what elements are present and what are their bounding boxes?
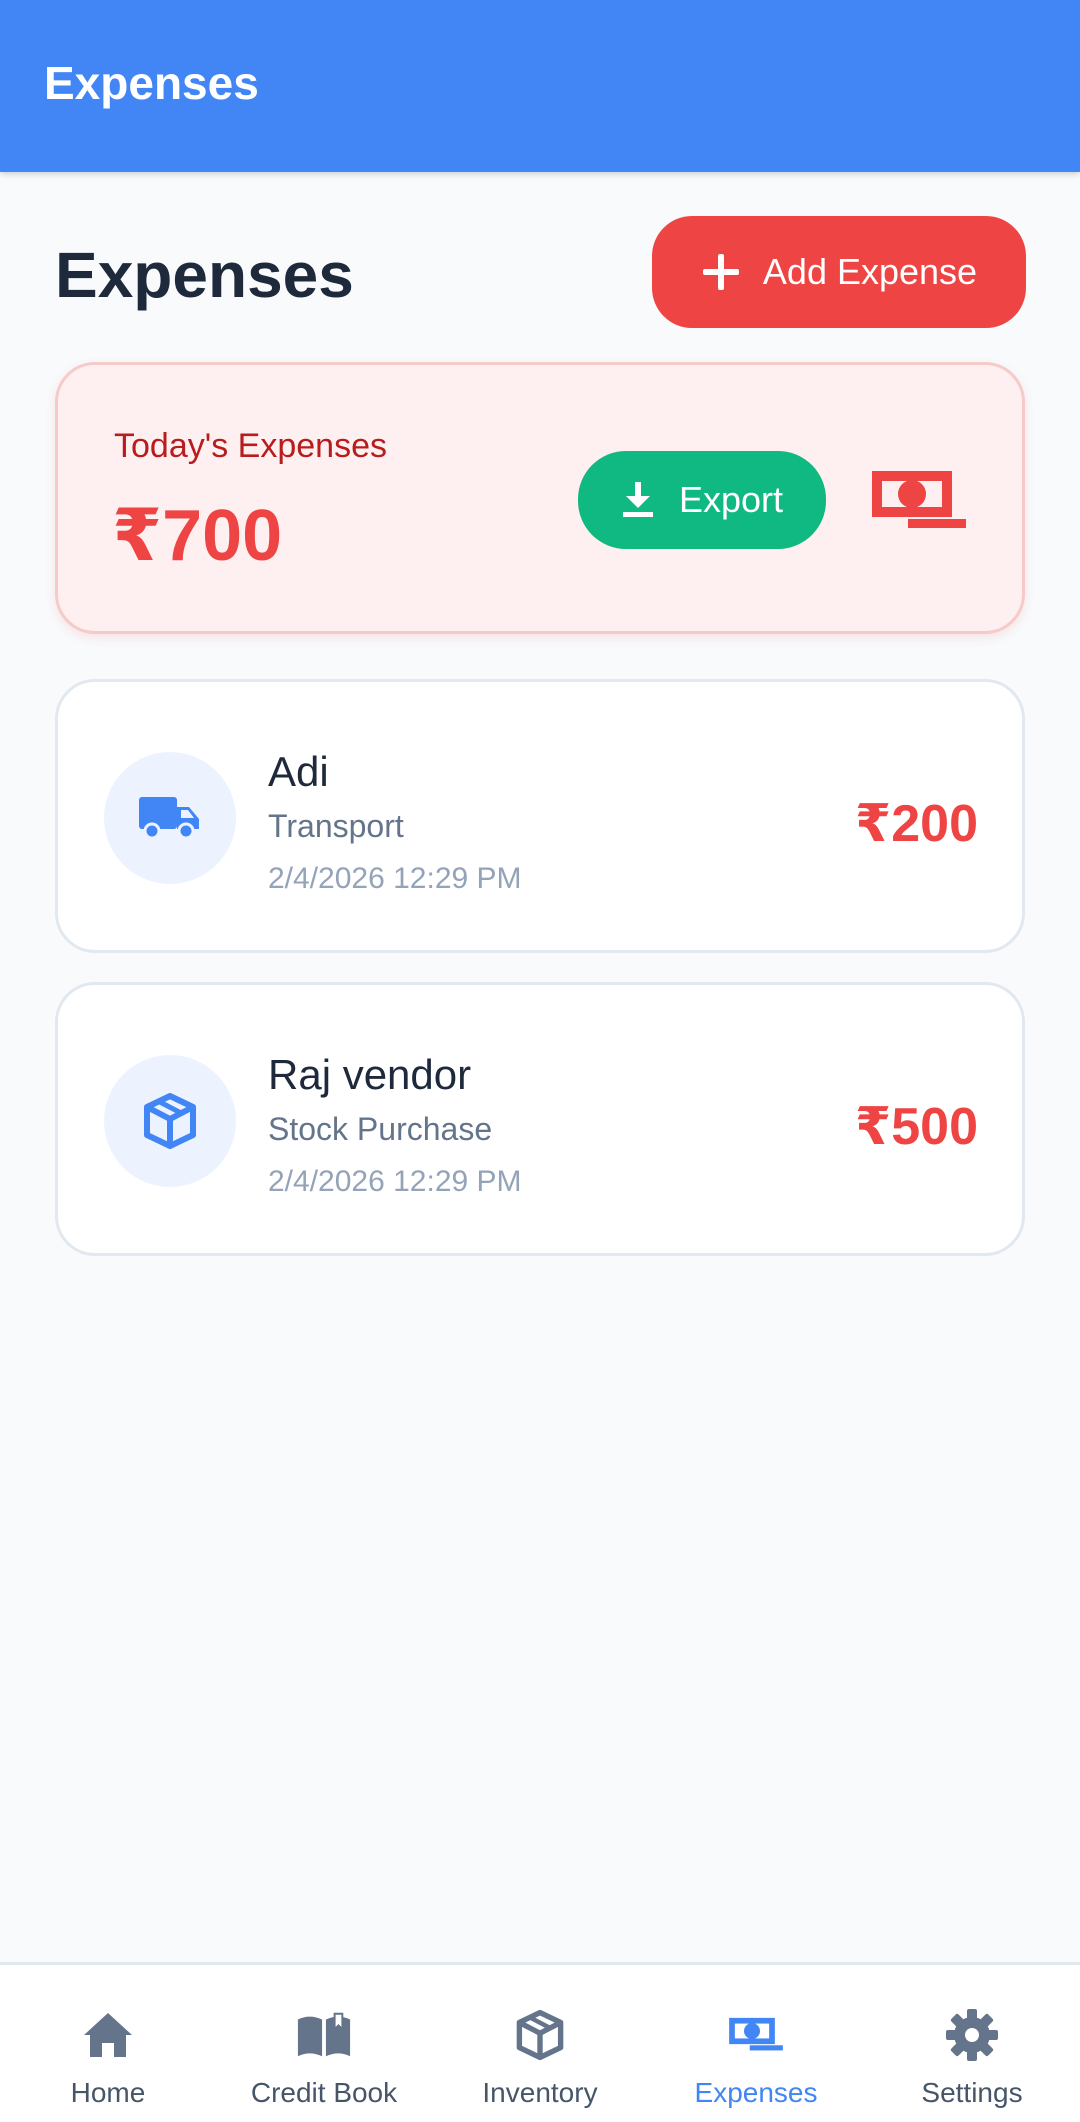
- expense-item[interactable]: Raj vendor Stock Purchase 2/4/2026 12:29…: [55, 982, 1025, 1256]
- summary-amount: ₹700: [112, 496, 283, 576]
- nav-label: Home: [70, 2077, 146, 2108]
- bottom-navigation: Home Credit Book Inventory Expenses Sett…: [0, 1962, 1080, 2122]
- nav-item-home[interactable]: Home: [0, 1965, 216, 2122]
- gear-icon: [944, 2009, 1000, 2061]
- expense-amount: ₹500: [855, 1098, 978, 1156]
- home-icon: [80, 2009, 136, 2061]
- expense-avatar: [104, 752, 236, 884]
- truck-icon: [139, 797, 199, 840]
- expense-category: Transport: [268, 808, 404, 844]
- nav-item-expenses[interactable]: Expenses: [648, 1965, 864, 2122]
- nav-label: Settings: [921, 2077, 1023, 2108]
- nav-item-settings[interactable]: Settings: [864, 1965, 1080, 2122]
- add-expense-button[interactable]: Add Expense: [652, 216, 1026, 328]
- app-bar: Expenses: [0, 0, 1080, 172]
- cube-icon: [512, 2009, 568, 2061]
- expense-item[interactable]: Adi Transport 2/4/2026 12:29 PM ₹200: [55, 679, 1025, 953]
- page-title: Expenses: [55, 239, 354, 311]
- expense-name: Raj vendor: [268, 1051, 472, 1098]
- add-expense-label: Add Expense: [762, 251, 978, 292]
- book-icon: [296, 2009, 352, 2061]
- money-bill-icon: [872, 471, 966, 528]
- download-icon: [622, 482, 653, 517]
- summary-label: Today's Expenses: [114, 427, 387, 465]
- app-bar-title: Expenses: [44, 57, 259, 109]
- expense-name: Adi: [268, 748, 329, 795]
- export-button[interactable]: Export: [578, 451, 826, 549]
- nav-item-inventory[interactable]: Inventory: [432, 1965, 648, 2122]
- export-label: Export: [678, 479, 784, 520]
- expense-datetime: 2/4/2026 12:29 PM: [268, 862, 522, 895]
- plus-icon: [702, 254, 739, 290]
- nav-label: Inventory: [482, 2077, 598, 2108]
- box-icon: [144, 1093, 196, 1149]
- nav-label: Credit Book: [250, 2077, 398, 2108]
- nav-label: Expenses: [694, 2077, 818, 2108]
- expense-datetime: 2/4/2026 12:29 PM: [268, 1165, 522, 1198]
- expense-amount: ₹200: [855, 795, 978, 853]
- nav-item-credit-book[interactable]: Credit Book: [216, 1965, 432, 2122]
- expense-category: Stock Purchase: [268, 1111, 493, 1147]
- expense-avatar: [104, 1055, 236, 1187]
- money-bill-icon: [728, 2009, 784, 2061]
- todays-expenses-card: Today's Expenses ₹700 Export: [55, 362, 1025, 634]
